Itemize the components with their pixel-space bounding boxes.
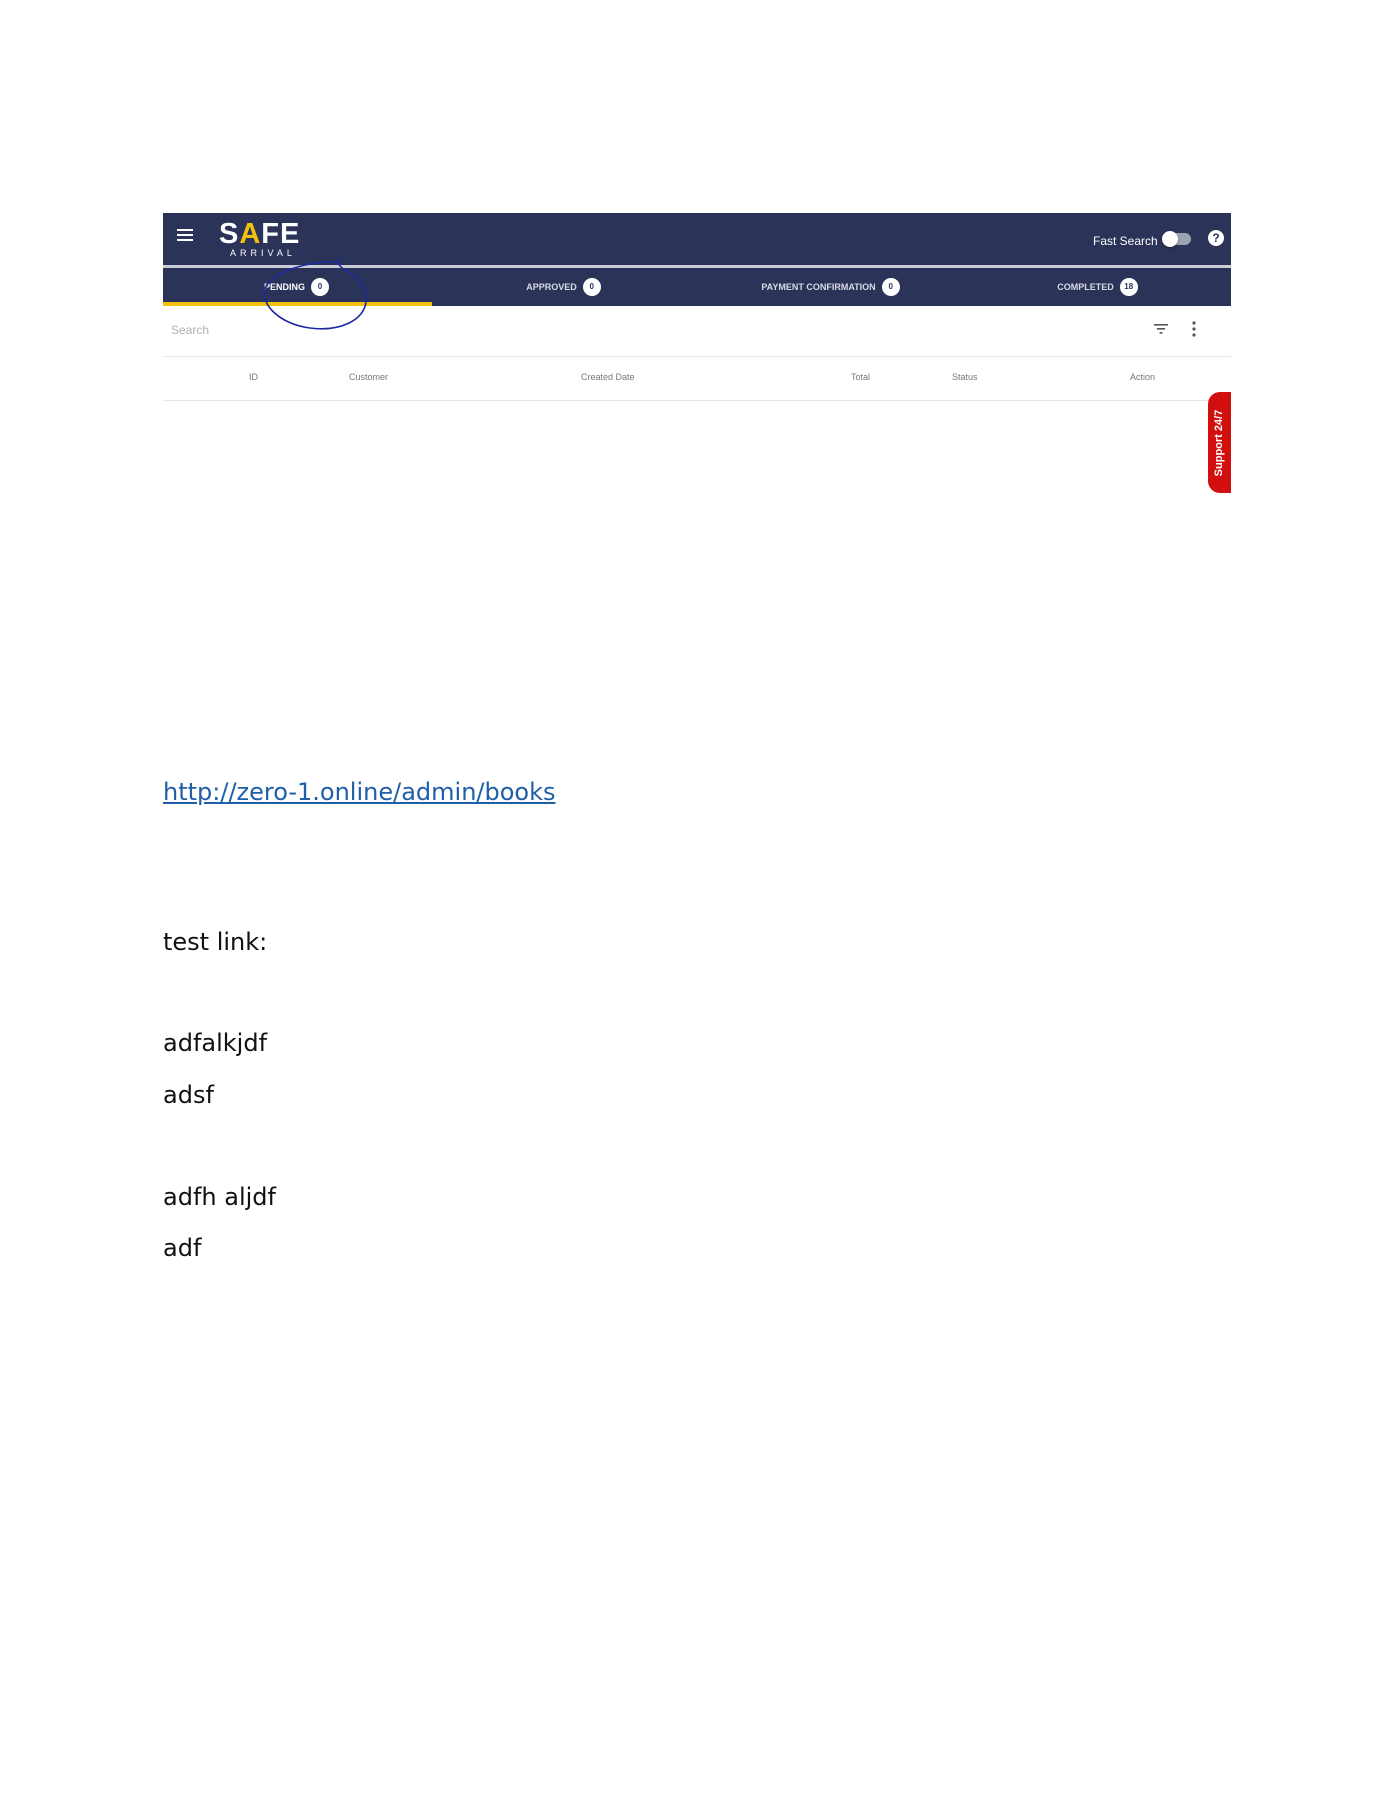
fast-search-label: Fast Search <box>1093 234 1158 248</box>
document-line: adf <box>163 1234 202 1262</box>
filter-icon[interactable] <box>1154 323 1168 335</box>
more-vert-icon[interactable] <box>1191 320 1197 338</box>
tab-label: PAYMENT CONFIRMATION <box>761 282 876 292</box>
tab-completed[interactable]: COMPLETED 18 <box>964 268 1231 306</box>
tab-label: COMPLETED <box>1057 282 1114 292</box>
column-header-created-date[interactable]: Created Date <box>581 371 635 383</box>
document-line: test link: <box>163 928 268 956</box>
support-tab-button[interactable]: Support 24/7 <box>1208 392 1231 493</box>
tab-count-badge: 0 <box>881 278 900 296</box>
column-header-action[interactable]: Action <box>1130 371 1155 383</box>
toolbar-divider <box>163 356 1231 357</box>
hamburger-menu-icon[interactable] <box>177 229 193 241</box>
column-header-status[interactable]: Status <box>952 371 978 383</box>
help-icon[interactable]: ? <box>1208 230 1224 246</box>
document-line: adsf <box>163 1081 214 1109</box>
hand-drawn-circle-annotation <box>263 259 367 330</box>
app-screenshot: SAFE ARRIVAL Fast Search ? PENDING 0 APP… <box>163 213 1231 495</box>
safe-arrival-logo: SAFE ARRIVAL <box>219 217 309 261</box>
tab-payment-confirmation[interactable]: PAYMENT CONFIRMATION 0 <box>697 268 964 306</box>
tab-count-badge: 18 <box>1119 278 1138 296</box>
column-header-total[interactable]: Total <box>851 371 870 383</box>
logo-wordmark: SAFE <box>219 218 301 250</box>
toggle-knob <box>1162 231 1178 247</box>
admin-books-link[interactable]: http://zero-1.online/admin/books <box>163 778 556 806</box>
tab-label: APPROVED <box>526 282 577 292</box>
tab-count-badge: 0 <box>582 278 601 296</box>
fast-search-toggle[interactable] <box>1162 231 1191 247</box>
column-header-customer[interactable]: Customer <box>349 371 388 383</box>
table-header-divider <box>163 400 1231 401</box>
column-header-id[interactable]: ID <box>249 371 258 383</box>
document-line: adfalkjdf <box>163 1029 268 1057</box>
tab-approved[interactable]: APPROVED 0 <box>430 268 697 306</box>
support-tab-label: Support 24/7 <box>1213 409 1225 477</box>
document-line: adfh aljdf <box>163 1183 276 1211</box>
